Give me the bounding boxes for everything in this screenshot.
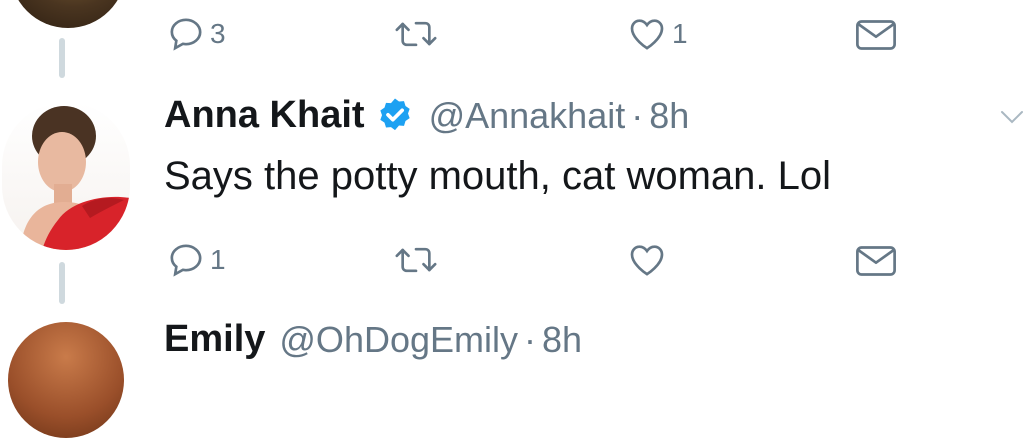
reply-count: 3 — [210, 18, 226, 49]
envelope-icon — [856, 246, 896, 276]
heart-icon — [630, 19, 664, 50]
reply-icon — [170, 18, 202, 51]
reply-button[interactable]: 1 — [166, 240, 226, 280]
separator-dot: · — [631, 94, 644, 136]
tweet-header: Anna Khait @Annakhait · 8h — [164, 94, 689, 137]
profile-photo — [20, 106, 130, 250]
heart-icon — [630, 245, 664, 276]
timestamp-next[interactable]: 8h — [542, 319, 582, 361]
timestamp[interactable]: 8h — [649, 95, 689, 137]
reply-button-top[interactable]: 3 — [166, 14, 226, 54]
avatar-previous[interactable] — [10, 0, 126, 28]
avatar-next[interactable] — [8, 322, 124, 438]
user-handle-next[interactable]: @OhDogEmily — [279, 319, 518, 361]
tweet-text: Says the potty mouth, cat woman. Lol — [164, 154, 832, 198]
display-name-next[interactable]: Emily — [164, 318, 265, 361]
avatar[interactable] — [2, 102, 130, 250]
tweet-header-next: Emily @OhDogEmily · 8h — [164, 318, 582, 361]
user-handle[interactable]: @Annakhait — [429, 95, 626, 137]
like-button-top[interactable]: 1 — [626, 14, 688, 54]
chevron-down-icon[interactable] — [1000, 108, 1024, 130]
reply-icon — [170, 244, 202, 277]
display-name[interactable]: Anna Khait — [164, 94, 365, 137]
dm-button[interactable] — [854, 242, 898, 280]
dm-button-top[interactable] — [854, 16, 898, 54]
separator-dot-next: · — [524, 318, 536, 360]
like-button[interactable] — [626, 240, 672, 280]
thread-line-bottom — [59, 262, 65, 304]
reply-count: 1 — [210, 244, 226, 275]
retweet-icon — [395, 21, 437, 47]
envelope-icon — [856, 20, 896, 50]
retweet-button-top[interactable] — [392, 14, 444, 54]
thread-line-top — [59, 38, 65, 78]
like-count: 1 — [672, 18, 688, 49]
verified-badge-icon — [379, 98, 410, 130]
retweet-icon — [395, 247, 437, 273]
retweet-button[interactable] — [392, 240, 444, 280]
